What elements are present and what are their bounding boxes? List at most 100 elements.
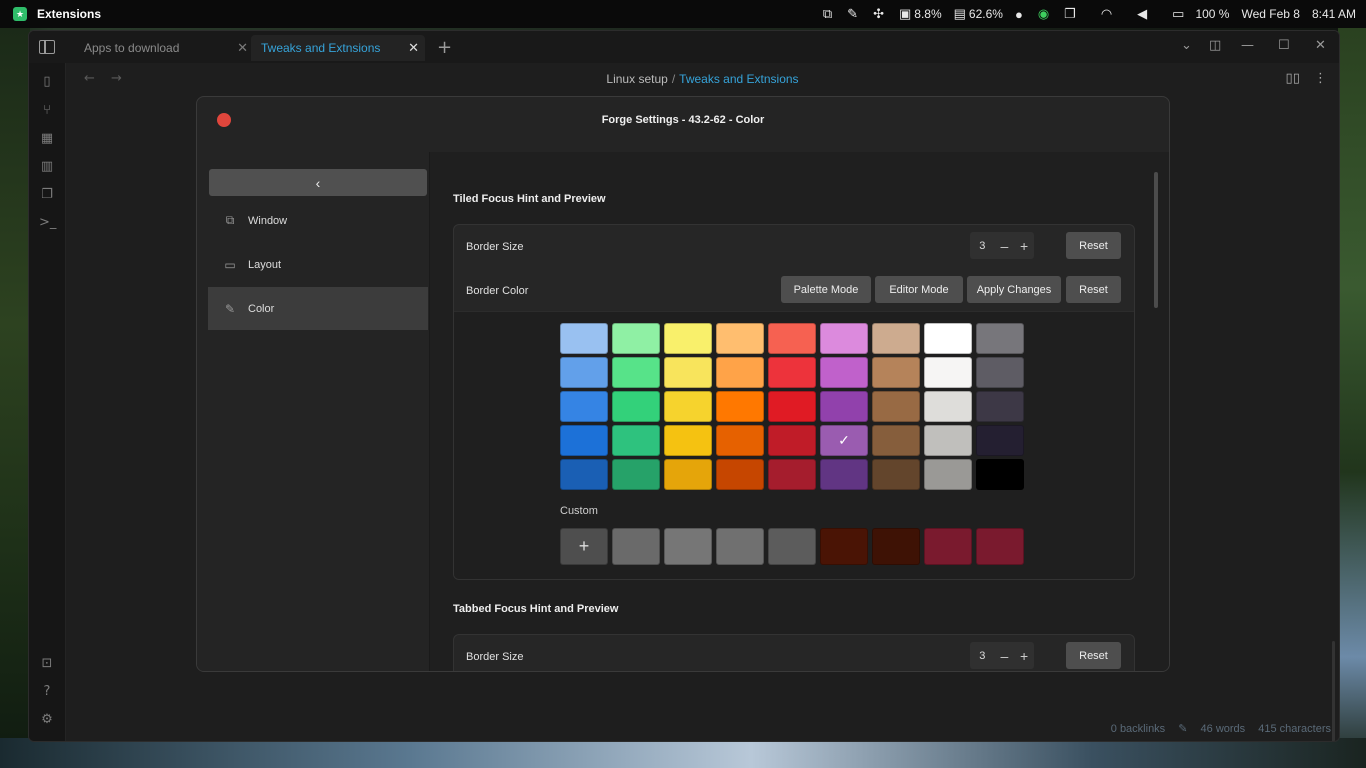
reset-border-size-button[interactable]: Reset xyxy=(1066,232,1121,259)
color-picker-icon[interactable]: ✎ xyxy=(847,6,861,22)
custom-color-swatch[interactable] xyxy=(872,528,920,565)
color-swatch[interactable] xyxy=(924,357,972,388)
color-swatch[interactable] xyxy=(612,323,660,354)
color-swatch[interactable] xyxy=(820,357,868,388)
color-swatch[interactable] xyxy=(716,391,764,422)
clock-time[interactable]: 8:41 AM xyxy=(1312,7,1356,21)
color-swatch[interactable] xyxy=(872,391,920,422)
wifi-icon[interactable]: ◠ xyxy=(1101,6,1115,22)
color-swatch[interactable] xyxy=(716,459,764,490)
custom-color-swatch[interactable] xyxy=(820,528,868,565)
color-swatch[interactable] xyxy=(560,391,608,422)
color-swatch[interactable] xyxy=(716,357,764,388)
more-options-icon[interactable]: ⋮ xyxy=(1314,71,1327,86)
color-swatch[interactable] xyxy=(664,459,712,490)
color-swatch[interactable] xyxy=(768,459,816,490)
breadcrumb-current[interactable]: Tweaks and Extnsions xyxy=(679,72,798,86)
whatsapp-icon[interactable]: ◉ xyxy=(1038,6,1052,22)
sidebar-item-layout[interactable]: ▭ Layout xyxy=(208,243,428,286)
maximize-icon[interactable]: ☐ xyxy=(1278,38,1290,53)
custom-color-swatch[interactable] xyxy=(976,528,1024,565)
color-swatch[interactable] xyxy=(872,459,920,490)
editor-scrollbar[interactable] xyxy=(1332,641,1335,741)
color-swatch[interactable] xyxy=(560,459,608,490)
calendar-icon[interactable]: ▥ xyxy=(39,159,55,175)
increment-button[interactable]: + xyxy=(1014,238,1034,254)
color-swatch[interactable] xyxy=(924,425,972,456)
color-swatch[interactable] xyxy=(976,459,1024,490)
status-face-icon[interactable]: ● xyxy=(1015,7,1026,22)
apply-changes-button[interactable]: Apply Changes xyxy=(967,276,1061,303)
sidebar-item-window[interactable]: ⧉ Window xyxy=(208,199,428,242)
custom-color-swatch[interactable] xyxy=(924,528,972,565)
border-size-value[interactable]: 3 xyxy=(970,650,995,662)
color-swatch[interactable] xyxy=(612,459,660,490)
sidebar-item-color[interactable]: ✎ Color xyxy=(208,287,428,330)
new-tab-button[interactable]: + xyxy=(437,37,452,58)
reset-border-color-button[interactable]: Reset xyxy=(1066,276,1121,303)
editor-mode-button[interactable]: Editor Mode xyxy=(875,276,963,303)
color-swatch[interactable] xyxy=(716,425,764,456)
color-swatch[interactable] xyxy=(716,323,764,354)
color-swatch[interactable] xyxy=(560,323,608,354)
border-size-spinner[interactable]: 3 – + xyxy=(970,642,1034,669)
terminal-icon[interactable]: >_ xyxy=(39,215,56,231)
custom-color-swatch[interactable] xyxy=(664,528,712,565)
decrement-button[interactable]: – xyxy=(995,238,1015,254)
color-swatch[interactable] xyxy=(872,357,920,388)
file-icon[interactable]: ▯ xyxy=(39,74,55,90)
clipboard-icon[interactable]: ❐ xyxy=(1064,6,1079,22)
color-swatch[interactable] xyxy=(768,391,816,422)
tab-apps-to-download[interactable]: Apps to download ✕ xyxy=(74,35,254,61)
color-swatch[interactable] xyxy=(872,425,920,456)
gear-icon[interactable]: ⚙ xyxy=(39,712,55,728)
volume-icon[interactable]: ◀ xyxy=(1137,6,1150,22)
border-size-spinner[interactable]: 3 – + xyxy=(970,232,1034,259)
memory-indicator[interactable]: ▤ 62.6% xyxy=(954,6,1003,22)
decrement-button[interactable]: – xyxy=(995,648,1015,664)
color-swatch[interactable] xyxy=(872,323,920,354)
close-icon[interactable]: ✕ xyxy=(408,40,419,56)
close-icon[interactable]: ✕ xyxy=(237,40,248,56)
battery-indicator[interactable]: ▭ 100 % xyxy=(1172,6,1229,22)
copy-icon[interactable]: ❐ xyxy=(39,187,55,203)
graph-icon[interactable]: ⑂ xyxy=(39,103,55,119)
reset-border-size-button[interactable]: Reset xyxy=(1066,642,1121,669)
color-swatch[interactable] xyxy=(820,459,868,490)
color-swatch[interactable] xyxy=(924,391,972,422)
app-icon[interactable]: ★ xyxy=(13,7,27,21)
color-swatch[interactable] xyxy=(612,425,660,456)
color-swatch[interactable] xyxy=(612,357,660,388)
close-window-icon[interactable]: ✕ xyxy=(1315,38,1326,53)
chevron-down-icon[interactable]: ⌄ xyxy=(1181,38,1192,53)
minimize-icon[interactable]: — xyxy=(1241,38,1254,53)
color-swatch[interactable] xyxy=(768,357,816,388)
color-swatch[interactable] xyxy=(768,425,816,456)
increment-button[interactable]: + xyxy=(1014,648,1034,664)
disk-indicator[interactable]: ▣ 8.8% xyxy=(899,6,942,22)
reading-view-icon[interactable]: ▯▯ xyxy=(1286,71,1300,86)
canvas-icon[interactable]: ▦ xyxy=(39,131,55,147)
split-view-icon[interactable]: ◫ xyxy=(1209,38,1221,53)
custom-color-swatch[interactable] xyxy=(768,528,816,565)
color-swatch[interactable] xyxy=(976,391,1024,422)
color-swatch[interactable] xyxy=(820,391,868,422)
color-swatch[interactable] xyxy=(664,357,712,388)
breadcrumb-parent[interactable]: Linux setup xyxy=(606,72,667,86)
color-swatch[interactable] xyxy=(560,425,608,456)
palette-mode-button[interactable]: Palette Mode xyxy=(781,276,871,303)
active-app-name[interactable]: Extensions xyxy=(37,7,101,21)
vault-icon[interactable]: ⊡ xyxy=(39,656,55,672)
content-scrollbar[interactable] xyxy=(1154,172,1158,308)
color-swatch[interactable] xyxy=(976,323,1024,354)
border-size-value[interactable]: 3 xyxy=(970,240,995,252)
color-swatch[interactable] xyxy=(664,323,712,354)
tab-tweaks-and-extnsions[interactable]: Tweaks and Extnsions ✕ xyxy=(251,35,425,61)
color-swatch[interactable] xyxy=(664,391,712,422)
color-swatch[interactable] xyxy=(976,357,1024,388)
color-swatch[interactable] xyxy=(820,323,868,354)
color-swatch[interactable] xyxy=(924,459,972,490)
color-swatch[interactable] xyxy=(612,391,660,422)
color-swatch[interactable] xyxy=(560,357,608,388)
custom-color-swatch[interactable] xyxy=(612,528,660,565)
